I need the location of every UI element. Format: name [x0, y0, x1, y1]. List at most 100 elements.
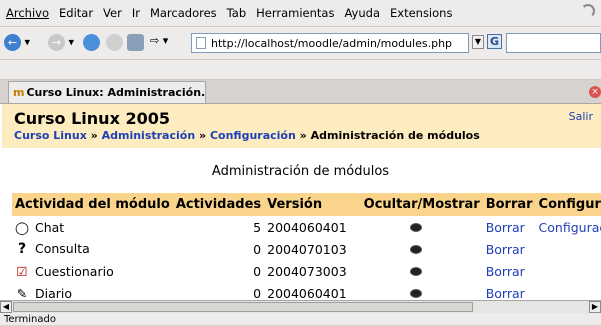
eye-icon — [410, 266, 423, 276]
checkbox-icon: ☑ — [16, 263, 28, 279]
activity-count: 0 — [253, 263, 262, 279]
home-icon — [127, 34, 144, 51]
eye-icon — [410, 288, 423, 298]
scroll-left-icon[interactable]: ◀ — [0, 301, 12, 313]
course-title: Curso Linux 2005 — [14, 109, 170, 128]
menu-ir[interactable]: Ir — [127, 6, 145, 20]
tab-title: Curso Linux: Administración... — [26, 86, 206, 99]
delete-link[interactable]: Borrar — [483, 216, 536, 238]
module-version: 2004060401 — [267, 285, 347, 301]
toggle-visibility[interactable] — [350, 260, 483, 282]
eye-icon — [410, 244, 423, 254]
column-header-activity: Actividad del módulo — [12, 193, 173, 216]
logout-link[interactable]: Salir — [569, 110, 593, 123]
column-header-delete: Borrar — [482, 193, 536, 216]
module-name: Consulta — [35, 241, 90, 256]
go-button[interactable]: G — [487, 34, 502, 49]
site-header: Curso Linux 2005 Salir Curso Linux » Adm… — [2, 104, 601, 148]
breadcrumb-admin[interactable]: Administración — [102, 129, 196, 142]
activity-count: 5 — [253, 219, 262, 235]
config-link — [536, 238, 601, 260]
navigation-toolbar: ← ▾ → ▾ ⇨ ▾ http://localhost/moodle/admi… — [0, 27, 601, 60]
column-header-visibility: Ocultar/Mostrar — [349, 193, 483, 216]
forward-button[interactable]: → ▾ — [48, 34, 74, 51]
journal-icon: ✎ — [16, 285, 28, 301]
tab-bar: m Curso Linux: Administración... × — [0, 80, 601, 103]
column-header-count: Actividades — [172, 193, 265, 216]
address-bar[interactable]: http://localhost/moodle/admin/modules.ph… — [191, 33, 469, 53]
back-arrow-icon: ← — [4, 34, 21, 51]
breadcrumb: Curso Linux » Administración » Configura… — [14, 129, 480, 142]
bookmarks-bar — [0, 60, 601, 80]
scrollbar-thumb[interactable] — [13, 302, 473, 312]
menu-herramientas[interactable]: Herramientas — [251, 6, 339, 20]
column-header-version: Versión — [264, 193, 350, 216]
module-name: Diario — [35, 285, 73, 301]
config-link — [536, 260, 601, 282]
breadcrumb-current: Administración de módulos — [310, 129, 480, 142]
close-tab-icon[interactable]: × — [589, 86, 601, 98]
home-button[interactable] — [127, 34, 144, 51]
table-header-row: Actividad del módulo Actividades Versión… — [12, 193, 601, 216]
stop-button[interactable] — [106, 34, 123, 51]
search-input[interactable] — [506, 33, 601, 53]
status-bar: Terminado — [0, 313, 601, 325]
menu-bar: Archivo Editar Ver Ir Marcadores Tab Her… — [0, 0, 601, 27]
breadcrumb-separator: » — [299, 129, 307, 142]
forward-arrow-icon: → — [48, 34, 65, 51]
url-dropdown-button[interactable]: ▼ — [472, 35, 484, 49]
activity-count: 0 — [253, 241, 262, 257]
module-cell: ✎ Diario — [12, 282, 173, 301]
back-button[interactable]: ← ▾ — [4, 34, 30, 51]
table-row: ? Consulta 0 2004070103 Borrar — [12, 238, 601, 260]
modules-table: Actividad del módulo Actividades Versión… — [12, 193, 601, 301]
address-url: http://localhost/moodle/admin/modules.ph… — [211, 36, 453, 50]
eye-icon — [410, 222, 423, 232]
moodle-favicon-icon: m — [13, 86, 25, 99]
scroll-right-icon[interactable]: ▶ — [589, 301, 601, 313]
page-heading: Administración de módulos — [211, 164, 390, 179]
delete-link[interactable]: Borrar — [483, 238, 536, 260]
menu-ayuda[interactable]: Ayuda — [339, 6, 385, 20]
feed-button[interactable]: ⇨ ▾ — [150, 34, 168, 47]
breadcrumb-separator: » — [199, 129, 207, 142]
horizontal-scrollbar[interactable]: ◀ ▶ — [0, 300, 601, 313]
table-row: ◯ Chat 5 2004060401 Borrar Configuració — [12, 216, 601, 238]
question-mark-icon: ? — [17, 241, 27, 257]
module-name: Chat — [35, 219, 65, 235]
breadcrumb-separator: » — [90, 129, 98, 142]
throbber-icon — [581, 4, 595, 18]
module-cell: ☑ Cuestionario — [12, 260, 173, 282]
menu-ver[interactable]: Ver — [98, 6, 127, 20]
menu-tab[interactable]: Tab — [222, 6, 251, 20]
menu-extensions[interactable]: Extensions — [385, 6, 457, 20]
feed-icon: ⇨ — [150, 34, 160, 47]
module-version: 2004070103 — [267, 241, 347, 257]
toggle-visibility[interactable] — [350, 238, 483, 260]
reload-button[interactable] — [83, 34, 100, 51]
status-text: Terminado — [4, 314, 56, 325]
module-cell: ◯ Chat — [12, 216, 173, 238]
delete-link[interactable]: Borrar — [483, 260, 536, 282]
module-cell: ? Consulta — [12, 238, 173, 260]
table-row: ☑ Cuestionario 0 2004073003 Borrar — [12, 260, 601, 282]
reload-icon — [83, 34, 100, 51]
menu-archivo[interactable]: Archivo — [0, 6, 54, 20]
config-link[interactable]: Configuració — [536, 216, 601, 238]
table-row: ✎ Diario 0 2004060401 Borrar — [12, 282, 601, 301]
delete-link[interactable]: Borrar — [483, 282, 536, 301]
menu-editar[interactable]: Editar — [54, 6, 98, 20]
breadcrumb-course[interactable]: Curso Linux — [14, 129, 87, 142]
module-version: 2004073003 — [267, 263, 347, 279]
activity-count: 0 — [253, 285, 262, 301]
page-icon — [196, 37, 206, 49]
toggle-visibility[interactable] — [350, 282, 483, 301]
page-content: Curso Linux 2005 Salir Curso Linux » Adm… — [0, 103, 601, 301]
module-version: 2004060401 — [267, 219, 347, 235]
toggle-visibility[interactable] — [350, 216, 483, 238]
column-header-config: Configuració — [535, 193, 601, 216]
browser-tab[interactable]: m Curso Linux: Administración... — [8, 81, 206, 103]
breadcrumb-config[interactable]: Configuración — [210, 129, 296, 142]
chat-bubble-icon: ◯ — [15, 219, 29, 235]
menu-marcadores[interactable]: Marcadores — [145, 6, 222, 20]
